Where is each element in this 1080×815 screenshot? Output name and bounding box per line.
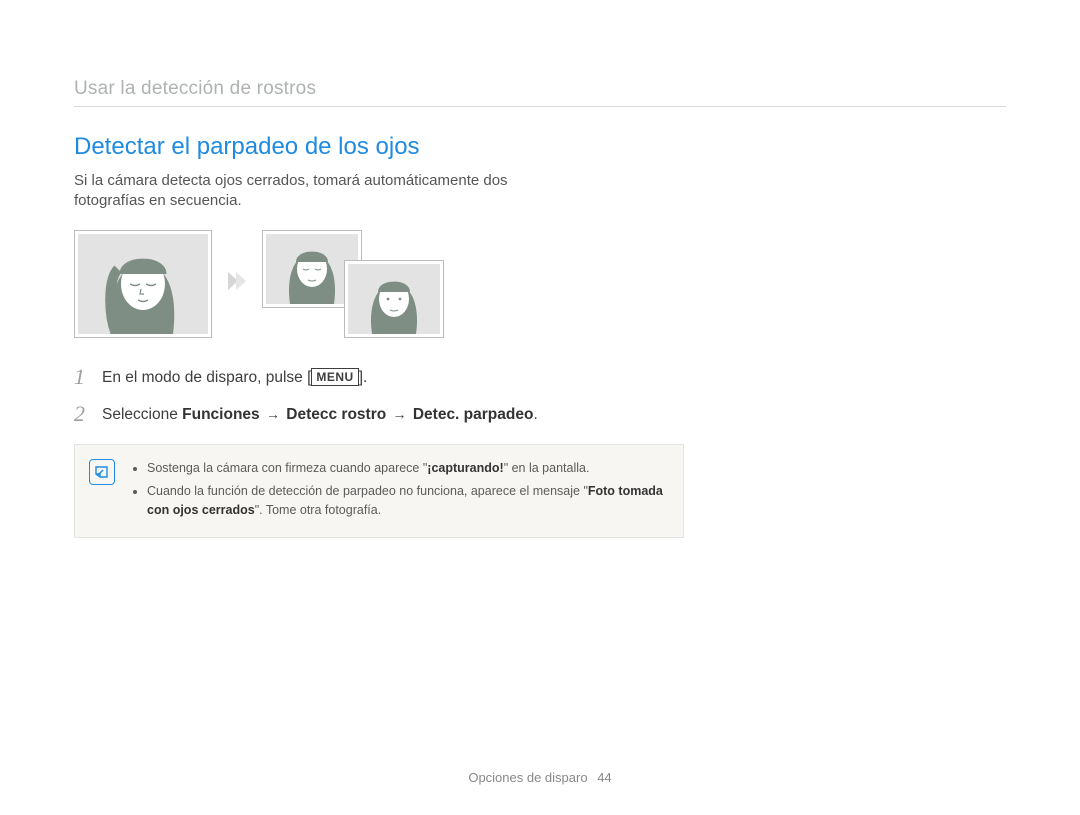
step-2-text: Seleccione Funciones → Detecc rostro → D…: [102, 403, 538, 426]
photo-frame-small-2: [344, 260, 444, 338]
note-item-2: Cuando la función de detección de parpad…: [147, 482, 667, 520]
step-1-text: En el modo de disparo, pulse [MENU].: [102, 366, 367, 389]
illustration-row: [74, 230, 1006, 338]
manual-page: Usar la detección de rostros Detectar el…: [0, 0, 1080, 815]
portrait-thumb-2: [348, 264, 440, 334]
menu-button-label: MENU: [311, 368, 358, 386]
description-text: Si la cámara detecta ojos cerrados, toma…: [74, 171, 544, 212]
arrow-right-icon: →: [266, 404, 280, 425]
footer-section: Opciones de disparo: [468, 770, 587, 785]
step-number: 2: [74, 403, 92, 425]
arrow-right-icon: →: [393, 404, 407, 425]
step-2: 2 Seleccione Funciones → Detecc rostro →…: [74, 403, 674, 426]
arrow-right-icon: [226, 268, 248, 299]
note-item-1: Sostenga la cámara con firmeza cuando ap…: [147, 459, 667, 478]
breadcrumb: Usar la detección de rostros: [74, 78, 1006, 100]
divider: [74, 106, 1006, 107]
note-icon: [89, 459, 115, 485]
page-footer: Opciones de disparo 44: [0, 770, 1080, 785]
note-box: Sostenga la cámara con firmeza cuando ap…: [74, 444, 684, 538]
page-number: 44: [597, 770, 611, 785]
page-title: Detectar el parpadeo de los ojos: [74, 133, 1006, 161]
step-number: 1: [74, 366, 92, 388]
steps-list: 1 En el modo de disparo, pulse [MENU]. 2…: [74, 366, 674, 427]
photo-frame-large: [74, 230, 212, 338]
step-1: 1 En el modo de disparo, pulse [MENU].: [74, 366, 674, 389]
portrait-eyes-closed: [78, 234, 208, 334]
